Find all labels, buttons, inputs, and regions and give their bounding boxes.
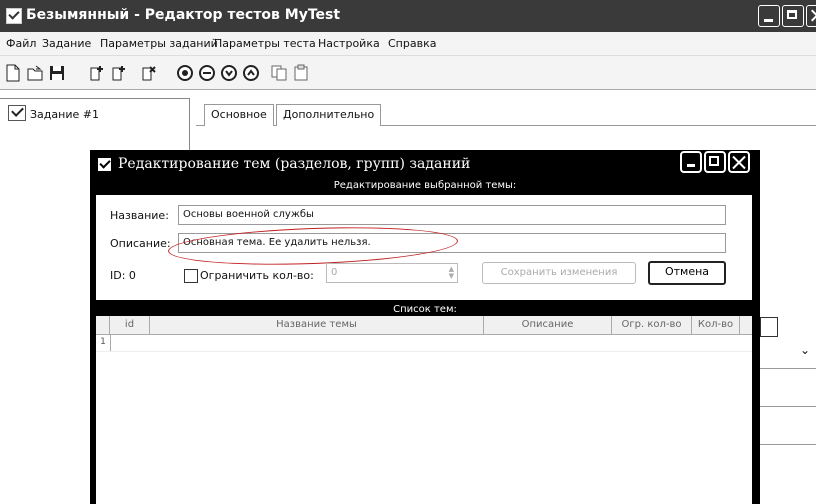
cancel-button[interactable]: Отмена bbox=[648, 261, 726, 285]
col-count[interactable]: Кол-во bbox=[692, 316, 740, 334]
menubar: Файл Задание Параметры заданий Параметры… bbox=[0, 32, 816, 56]
dialog-title: Редактирование тем (разделов, групп) зад… bbox=[118, 156, 471, 172]
copy-icon[interactable] bbox=[270, 64, 288, 82]
dialog-titlebar: Редактирование тем (разделов, групп) зад… bbox=[90, 150, 760, 182]
divider bbox=[758, 444, 816, 445]
description-label: Описание: bbox=[110, 237, 171, 250]
name-field[interactable]: Основы военной службы bbox=[178, 205, 726, 225]
save-icon[interactable] bbox=[48, 64, 66, 82]
maximize-icon[interactable] bbox=[782, 5, 804, 27]
copy-page-icon[interactable] bbox=[760, 317, 778, 337]
list-header: Список тем: bbox=[393, 304, 457, 315]
menu-settings[interactable]: Настройка bbox=[318, 37, 380, 50]
table-row[interactable]: 1 bbox=[96, 334, 752, 352]
task-check-icon bbox=[8, 105, 26, 121]
paste-icon[interactable] bbox=[292, 64, 310, 82]
tab-main[interactable]: Основное bbox=[204, 104, 274, 126]
theme-icon-2[interactable] bbox=[198, 64, 216, 82]
dialog-subtitle: Редактирование выбранной темы: bbox=[333, 180, 517, 191]
dialog-close-icon[interactable] bbox=[728, 151, 750, 173]
menu-test-params[interactable]: Параметры теста bbox=[214, 37, 316, 50]
dialog-check-icon bbox=[98, 158, 111, 171]
name-label: Название: bbox=[110, 209, 169, 222]
theme-icon-3[interactable] bbox=[220, 64, 238, 82]
divider bbox=[758, 406, 816, 407]
dialog-minimize-icon[interactable] bbox=[680, 151, 702, 173]
row-number-header bbox=[96, 316, 110, 334]
window-title: Безымянный - Редактор тестов MyTest bbox=[26, 7, 341, 23]
limit-label: Ограничить кол-во: bbox=[200, 269, 314, 282]
spin-arrows-icon[interactable]: ▲ ▼ bbox=[449, 266, 454, 280]
main-titlebar: Безымянный - Редактор тестов MyTest bbox=[0, 0, 816, 32]
limit-spinner[interactable]: 0 ▲ ▼ bbox=[326, 263, 458, 283]
edit-panel: Название: Основы военной службы Описание… bbox=[96, 195, 752, 300]
menu-file[interactable]: Файл bbox=[6, 37, 36, 50]
theme-icon-1[interactable] bbox=[176, 64, 194, 82]
col-theme-name[interactable]: Название темы bbox=[150, 316, 484, 334]
grid-header: id Название темы Описание Огр. кол-во Ко… bbox=[96, 316, 752, 335]
divider bbox=[758, 368, 816, 369]
themes-dialog: Редактирование тем (разделов, групп) зад… bbox=[90, 150, 760, 504]
tab-additional[interactable]: Дополнительно bbox=[276, 104, 382, 126]
limit-value: 0 bbox=[331, 267, 338, 278]
row-number: 1 bbox=[96, 334, 111, 351]
tree-node-label: Задание #1 bbox=[30, 108, 99, 121]
col-description[interactable]: Описание bbox=[484, 316, 612, 334]
col-id[interactable]: id bbox=[110, 316, 150, 334]
dialog-maximize-icon[interactable] bbox=[704, 151, 726, 173]
new-file-icon[interactable] bbox=[4, 64, 22, 82]
limit-checkbox[interactable] bbox=[184, 269, 198, 283]
minimize-icon[interactable] bbox=[758, 5, 780, 27]
app-icon bbox=[6, 8, 22, 24]
col-limit[interactable]: Огр. кол-во bbox=[612, 316, 692, 334]
delete-task-icon[interactable] bbox=[140, 64, 158, 82]
tree-node[interactable]: Задание #1 bbox=[8, 105, 99, 121]
themes-grid: id Название темы Описание Огр. кол-во Ко… bbox=[96, 316, 752, 504]
insert-task-icon[interactable] bbox=[110, 64, 128, 82]
close-icon[interactable] bbox=[806, 5, 816, 27]
menu-help[interactable]: Справка bbox=[388, 37, 436, 50]
save-changes-button[interactable]: Сохранить изменения bbox=[482, 262, 636, 284]
tab-bar: Основное Дополнительно bbox=[196, 104, 816, 126]
chevron-down-icon[interactable]: ⌄ bbox=[800, 343, 810, 357]
menu-task-params[interactable]: Параметры заданий bbox=[100, 37, 218, 50]
menu-task[interactable]: Задание bbox=[42, 37, 91, 50]
theme-icon-4[interactable] bbox=[242, 64, 260, 82]
toolbar bbox=[0, 56, 816, 90]
add-task-icon[interactable] bbox=[88, 64, 106, 82]
open-folder-icon[interactable] bbox=[26, 64, 44, 82]
id-label: ID: 0 bbox=[110, 269, 136, 282]
